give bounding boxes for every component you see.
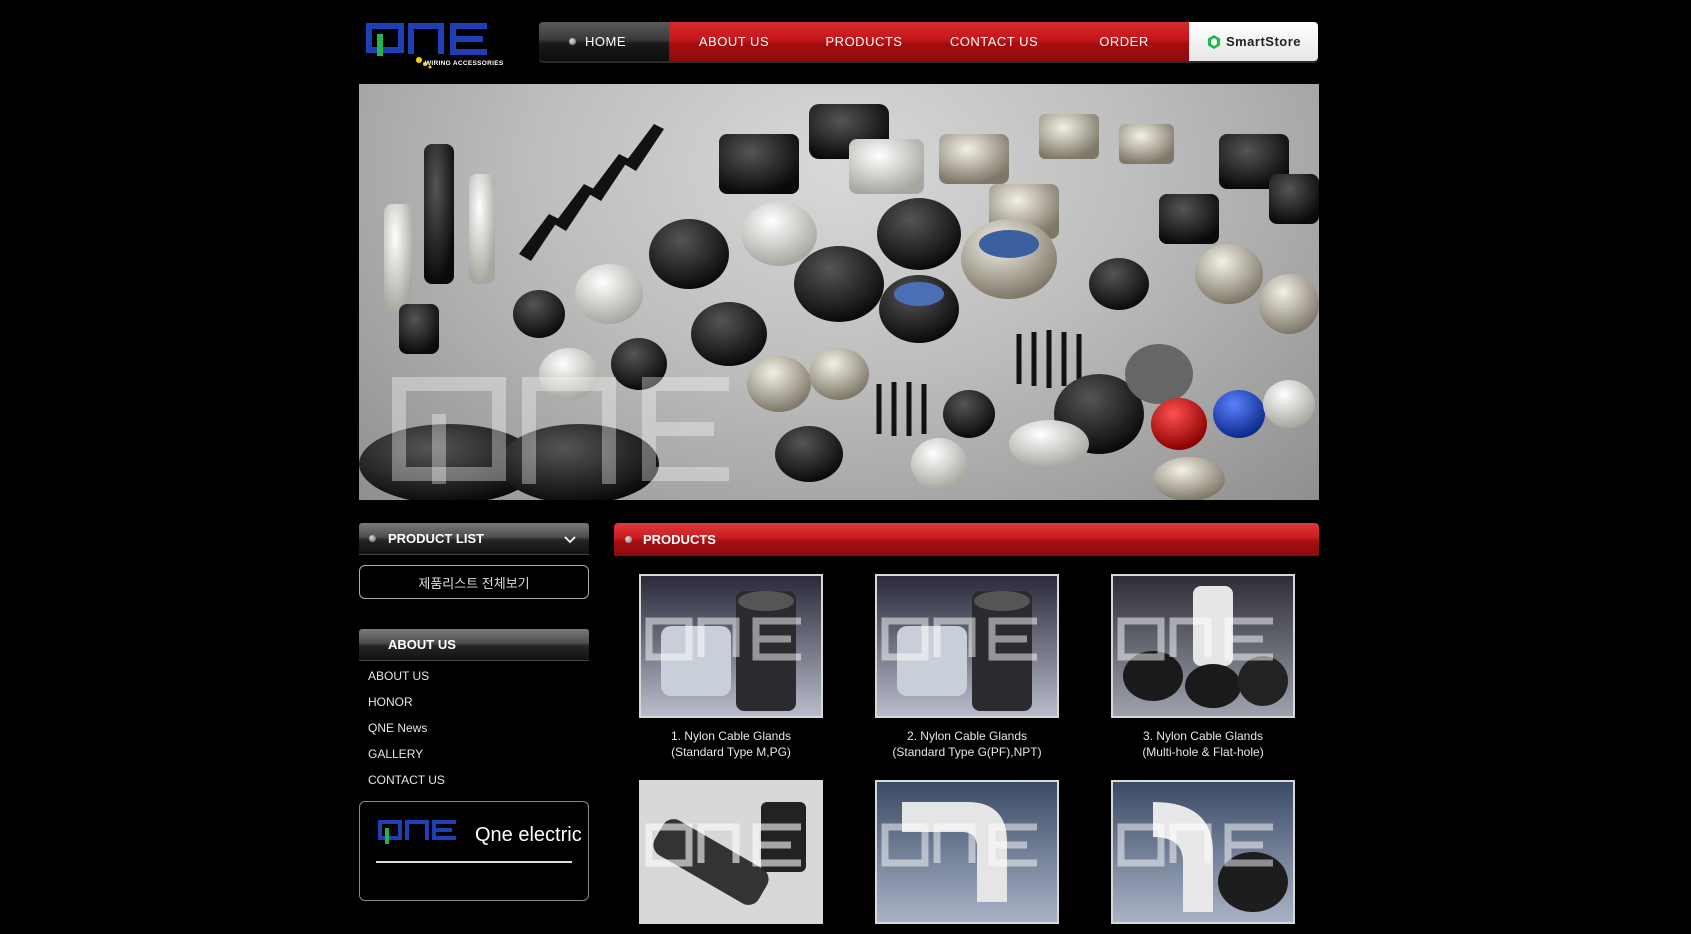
product-card[interactable] bbox=[875, 780, 1059, 934]
product-type: (Standard Type M,PG) bbox=[671, 745, 791, 759]
chevron-down-icon[interactable] bbox=[563, 534, 577, 544]
product-image[interactable] bbox=[639, 574, 823, 718]
logo-tagline: WIRING ACCESSORIES bbox=[425, 60, 504, 67]
divider bbox=[376, 861, 572, 863]
company-name: Qne electric bbox=[475, 824, 582, 846]
about-links: ABOUT US HONOR QNE News GALLERY CONTACT … bbox=[368, 668, 445, 798]
nav-order[interactable]: ORDER bbox=[1059, 22, 1189, 61]
product-name: 1. Nylon Cable Glands bbox=[670, 729, 792, 743]
product-image[interactable] bbox=[875, 574, 1059, 718]
product-caption[interactable]: 3. Nylon Cable Glands (Multi-hole & Flat… bbox=[1111, 728, 1295, 760]
nav-contact-us-label: CONTACT US bbox=[949, 34, 1039, 49]
product-card[interactable]: 1. Nylon Cable Glands (Standard Type M,P… bbox=[639, 574, 823, 760]
nav-home-label: HOME bbox=[585, 34, 626, 49]
product-card[interactable]: 2. Nylon Cable Glands (Standard Type G(P… bbox=[875, 574, 1059, 760]
nav-smartstore[interactable]: SmartStore bbox=[1189, 22, 1318, 61]
about-link-gallery[interactable]: GALLERY bbox=[368, 746, 445, 772]
product-image[interactable] bbox=[639, 780, 823, 924]
about-us-title: ABOUT US bbox=[388, 637, 456, 652]
product-image[interactable] bbox=[875, 780, 1059, 924]
nav-products-label: PRODUCTS bbox=[825, 34, 903, 49]
about-link-qne-news[interactable]: QNE News bbox=[368, 720, 445, 746]
nav-about-us-label: ABOUT US bbox=[698, 34, 770, 49]
products-header: PRODUCTS bbox=[614, 523, 1319, 556]
top-nav: HOME ABOUT US PRODUCTS CONTACT US ORDER … bbox=[539, 22, 1318, 61]
bullet-icon bbox=[625, 536, 632, 543]
product-type: (Multi-hole & Flat-hole) bbox=[1142, 745, 1264, 759]
view-all-products-label: 제품리스트 전체보기 bbox=[418, 575, 530, 591]
product-list-header[interactable]: PRODUCT LIST bbox=[359, 523, 589, 555]
about-link-about-us[interactable]: ABOUT US bbox=[368, 668, 445, 694]
product-collage-image bbox=[359, 104, 1319, 500]
product-image[interactable] bbox=[1111, 780, 1295, 924]
page: WIRING ACCESSORIES HOME ABOUT US PRODUCT… bbox=[359, 0, 1319, 924]
nav-products[interactable]: PRODUCTS bbox=[799, 22, 929, 61]
nav-order-label: ORDER bbox=[1099, 34, 1149, 49]
products-title: PRODUCTS bbox=[643, 532, 716, 547]
product-image[interactable] bbox=[1111, 574, 1295, 718]
bullet-icon bbox=[569, 38, 576, 45]
about-link-contact-us[interactable]: CONTACT US bbox=[368, 772, 445, 798]
qne-small-logo bbox=[378, 820, 456, 844]
nav-home[interactable]: HOME bbox=[539, 22, 669, 61]
qne-logo[interactable]: WIRING ACCESSORIES bbox=[363, 20, 505, 72]
product-name: 2. Nylon Cable Glands bbox=[906, 729, 1028, 743]
product-caption[interactable]: 1. Nylon Cable Glands (Standard Type M,P… bbox=[639, 728, 823, 760]
product-name: 3. Nylon Cable Glands bbox=[1142, 729, 1264, 743]
product-card[interactable]: 3. Nylon Cable Glands (Multi-hole & Flat… bbox=[1111, 574, 1295, 760]
view-all-products-button[interactable]: 제품리스트 전체보기 bbox=[359, 565, 589, 599]
nav-contact-us[interactable]: CONTACT US bbox=[929, 22, 1059, 61]
product-list-title: PRODUCT LIST bbox=[388, 531, 485, 546]
smartstore-label: SmartStore bbox=[1225, 34, 1302, 49]
bullet-icon bbox=[369, 535, 376, 542]
nav-about-us[interactable]: ABOUT US bbox=[669, 22, 799, 61]
about-us-header: ABOUT US bbox=[359, 629, 589, 661]
smartstore-icon bbox=[1207, 34, 1220, 49]
hero-banner bbox=[359, 84, 1319, 500]
product-caption[interactable]: 2. Nylon Cable Glands (Standard Type G(P… bbox=[875, 728, 1059, 760]
product-type: (Standard Type G(PF),NPT) bbox=[892, 745, 1042, 759]
company-banner[interactable]: Qne electric bbox=[359, 801, 589, 901]
about-link-honor[interactable]: HONOR bbox=[368, 694, 445, 720]
product-card[interactable] bbox=[639, 780, 823, 934]
product-card[interactable] bbox=[1111, 780, 1295, 934]
